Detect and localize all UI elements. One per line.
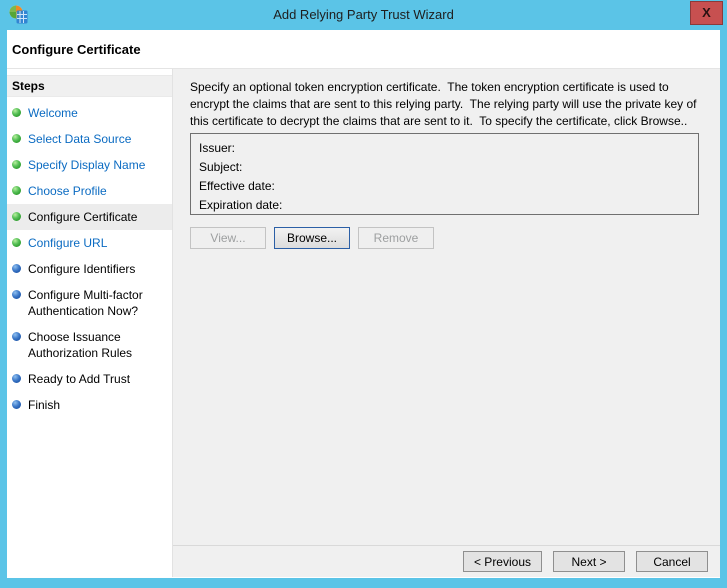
title-bar: Add Relying Party Trust Wizard X xyxy=(0,0,727,30)
sidebar-item-select-data-source[interactable]: Select Data Source xyxy=(7,126,172,152)
certificate-subject-row: Subject: xyxy=(199,157,690,176)
sidebar-item-ready-to-add-trust: Ready to Add Trust xyxy=(7,366,172,392)
certificate-issuer-row: Issuer: xyxy=(199,138,690,157)
remove-button: Remove xyxy=(358,227,434,249)
sidebar-item-configure-identifiers: Configure Identifiers xyxy=(7,256,172,282)
effective-date-label: Effective date: xyxy=(199,178,275,193)
certificate-effective-date-row: Effective date: xyxy=(199,176,690,195)
sidebar-item-finish: Finish xyxy=(7,392,172,418)
page-header: Configure Certificate xyxy=(7,30,720,69)
expiration-date-label: Expiration date: xyxy=(199,197,283,212)
step-complete-icon xyxy=(12,238,21,247)
steps-list: Welcome Select Data Source Specify Displ… xyxy=(7,97,172,418)
step-upcoming-icon xyxy=(12,290,21,299)
page-content: Specify an optional token encryption cer… xyxy=(173,69,720,577)
sidebar-item-configure-mfa: Configure Multi-factor Authentication No… xyxy=(7,282,172,324)
sidebar-item-choose-profile[interactable]: Choose Profile xyxy=(7,178,172,204)
sidebar-item-configure-url[interactable]: Configure URL xyxy=(7,230,172,256)
certificate-info-box: Issuer: Subject: Effective date: Expirat… xyxy=(190,133,699,215)
view-button: View... xyxy=(190,227,266,249)
page-title: Configure Certificate xyxy=(12,41,141,57)
sidebar-item-specify-display-name[interactable]: Specify Display Name xyxy=(7,152,172,178)
certificate-expiration-date-row: Expiration date: xyxy=(199,195,690,214)
page-description: Specify an optional token encryption cer… xyxy=(190,80,700,128)
close-button[interactable]: X xyxy=(690,1,723,25)
step-upcoming-icon xyxy=(12,374,21,383)
next-button[interactable]: Next > xyxy=(553,551,625,572)
issuer-label: Issuer: xyxy=(199,140,236,155)
sidebar-item-welcome[interactable]: Welcome xyxy=(7,100,172,126)
step-complete-icon xyxy=(12,134,21,143)
wizard-window: Add Relying Party Trust Wizard X Configu… xyxy=(0,0,727,588)
step-current-icon xyxy=(12,212,21,221)
step-complete-icon xyxy=(12,160,21,169)
steps-sidebar: Steps Welcome Select Data Source Specify… xyxy=(7,69,173,577)
wizard-surface: Configure Certificate Steps Welcome Sele… xyxy=(7,30,720,578)
browse-button[interactable]: Browse... xyxy=(274,227,350,249)
wizard-footer: < Previous Next > Cancel xyxy=(173,545,720,577)
sidebar-item-choose-issuance-rules: Choose Issuance Authorization Rules xyxy=(7,324,172,366)
sidebar-item-configure-certificate: Configure Certificate xyxy=(7,204,172,230)
step-upcoming-icon xyxy=(12,264,21,273)
certificate-actions: View... Browse... Remove xyxy=(190,227,434,249)
step-complete-icon xyxy=(12,186,21,195)
step-complete-icon xyxy=(12,108,21,117)
step-upcoming-icon xyxy=(12,332,21,341)
window-title: Add Relying Party Trust Wizard xyxy=(273,7,454,22)
cancel-button[interactable]: Cancel xyxy=(636,551,708,572)
steps-header: Steps xyxy=(7,75,172,97)
subject-label: Subject: xyxy=(199,159,243,174)
previous-button[interactable]: < Previous xyxy=(462,551,542,572)
step-upcoming-icon xyxy=(12,400,21,409)
